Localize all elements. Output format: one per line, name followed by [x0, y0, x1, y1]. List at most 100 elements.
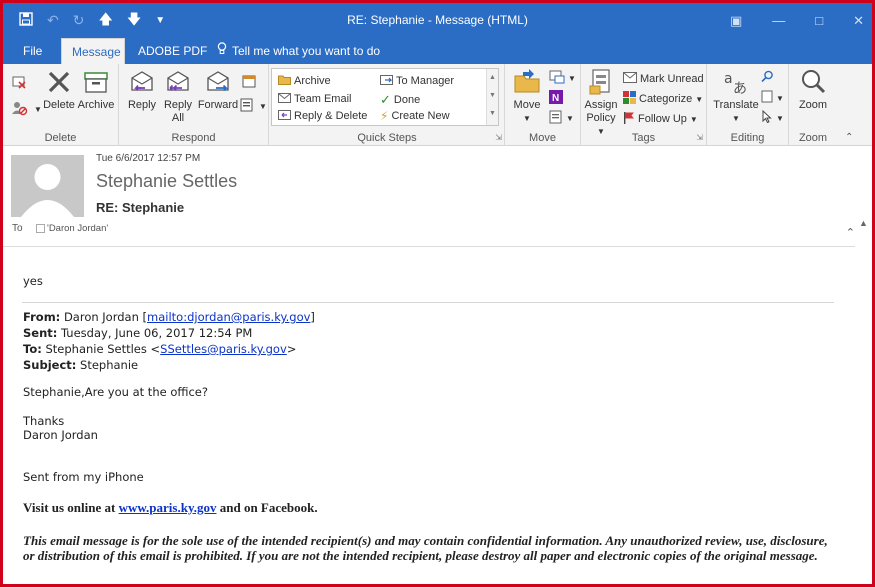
editing-group: aあ Translate ▼ ▼ ▼ Editing	[707, 64, 789, 146]
original-header: From: Daron Jordan [mailto:djordan@paris…	[23, 309, 315, 373]
reply-all-icon	[161, 68, 195, 96]
envelope-icon	[623, 71, 637, 86]
reply-text: yes	[23, 274, 43, 288]
outlook-message-window: ↶ ↻ 🡅 🡇 ▼ RE: Stephanie - Message (HTML)…	[0, 0, 875, 587]
mark-unread-button[interactable]: Mark Unread	[623, 71, 704, 86]
message-date: Tue 6/6/2017 12:57 PM	[96, 153, 201, 164]
tags-group: Assign Policy ▼ Mark Unread Categorize ▼…	[581, 64, 707, 146]
group-label-zoom: Zoom	[798, 132, 828, 144]
ignore-button[interactable]	[11, 74, 27, 93]
to-email-link[interactable]: SSettles@paris.ky.gov	[160, 342, 287, 356]
tab-adobe-pdf[interactable]: ADOBE PDF	[128, 38, 217, 64]
reply-button[interactable]: Reply	[125, 68, 159, 112]
archive-button[interactable]: Archive	[76, 68, 116, 112]
vertical-scrollbar[interactable]: ▲	[855, 146, 872, 584]
find-button[interactable]	[761, 70, 774, 86]
more-respond-button[interactable]: ▼	[240, 98, 267, 115]
junk-icon	[11, 100, 31, 119]
from-line: From: Daron Jordan [mailto:djordan@paris…	[23, 310, 315, 324]
follow-up-button[interactable]: Follow Up ▼	[623, 111, 698, 127]
move-folder-icon	[509, 68, 545, 96]
to-recipient[interactable]: 'Daron Jordan'	[36, 223, 108, 234]
respond-group: Reply Reply All Forward ▼ Respond	[119, 64, 269, 146]
onenote-button[interactable]: N	[549, 90, 563, 107]
related-button[interactable]: ▼	[761, 90, 784, 106]
minimize-icon[interactable]: —	[772, 13, 785, 28]
collapse-header-icon[interactable]: ⌃	[846, 226, 855, 239]
group-label-editing: Editing	[730, 132, 765, 144]
contact-checkbox-icon	[36, 224, 45, 233]
tell-me-search[interactable]: Tell me what you want to do	[207, 38, 390, 64]
ribbon-display-icon[interactable]: ▣	[730, 13, 742, 29]
translate-button[interactable]: aあ Translate ▼	[711, 68, 761, 125]
sender-name[interactable]: Stephanie Settles	[96, 171, 237, 192]
disclaimer-text: This email message is for the sole use o…	[23, 533, 828, 563]
more-respond-icon	[240, 98, 256, 115]
rules-icon	[549, 70, 565, 87]
dialog-launcher-icon[interactable]: ⇲	[495, 133, 502, 142]
lightbulb-icon	[217, 38, 227, 64]
ribbon-tabs: File Message ADOBE PDF Tell me what you …	[3, 38, 872, 64]
scroll-up-icon[interactable]: ▲	[859, 218, 868, 228]
reply-icon	[125, 68, 159, 96]
reply-all-button[interactable]: Reply All	[161, 68, 195, 125]
message-subject: RE: Stephanie	[96, 200, 185, 215]
zoom-group: Zoom Zoom	[789, 64, 837, 146]
signoff: Thanks Daron Jordan	[23, 414, 98, 442]
group-label-delete: Delete	[44, 132, 77, 144]
svg-text:a: a	[724, 71, 733, 87]
group-label-quick-steps: Quick Steps	[357, 132, 417, 144]
move-group: Move ▼ ▼ N ▼ Move	[505, 64, 581, 146]
sent-from-text: Sent from my iPhone	[23, 470, 144, 484]
archive-icon	[76, 68, 116, 96]
message-body: yes From: Daron Jordan [mailto:djordan@p…	[3, 247, 855, 584]
to-line: To: Stephanie Settles <SSettles@paris.ky…	[23, 342, 297, 356]
tab-file[interactable]: File	[13, 38, 52, 64]
from-email-link[interactable]: mailto:djordan@paris.ky.gov	[147, 310, 310, 324]
assign-policy-button[interactable]: Assign Policy ▼	[583, 68, 619, 138]
categorize-icon	[623, 91, 636, 107]
to-label: To	[12, 223, 23, 234]
ignore-icon	[11, 74, 27, 93]
quick-steps-label-wrap: Quick Steps ⇲	[269, 64, 505, 146]
related-icon	[761, 90, 773, 106]
junk-button[interactable]: ▼	[11, 100, 42, 119]
actions-button[interactable]: ▼	[549, 110, 574, 127]
website-link[interactable]: www.paris.ky.gov	[119, 500, 217, 515]
maximize-icon[interactable]: □	[815, 13, 823, 28]
delete-group: ▼ Delete Archive Delete	[3, 64, 119, 146]
sent-line: Sent: Tuesday, June 06, 2017 12:54 PM	[23, 326, 253, 340]
tab-message[interactable]: Message	[61, 38, 125, 64]
move-button[interactable]: Move ▼	[509, 68, 545, 125]
meeting-reply-button[interactable]	[242, 74, 256, 91]
flag-icon	[623, 111, 635, 127]
greeting-text: Stephanie,Are you at the office?	[23, 385, 208, 399]
magnifier-icon	[793, 68, 833, 96]
actions-icon	[549, 110, 563, 127]
cursor-icon	[761, 109, 773, 126]
svg-text:N: N	[552, 93, 559, 104]
close-icon[interactable]: ✕	[853, 13, 864, 29]
window-controls: ▣ — □ ✕	[730, 3, 864, 38]
visit-line: Visit us online at www.paris.ky.gov and …	[23, 500, 318, 515]
meeting-icon	[242, 74, 256, 91]
tell-me-text: Tell me what you want to do	[232, 44, 381, 58]
tags-launcher-icon[interactable]: ⇲	[696, 133, 703, 142]
message-header: Tue 6/6/2017 12:57 PM Stephanie Settles …	[3, 146, 872, 247]
select-button[interactable]: ▼	[761, 109, 784, 126]
ribbon: ▼ Delete Archive Delete Reply Reply All	[3, 64, 872, 146]
forward-button[interactable]: Forward	[197, 68, 239, 112]
delete-button[interactable]: Delete	[41, 68, 77, 112]
group-label-respond: Respond	[171, 132, 216, 144]
group-label-move: Move	[529, 132, 556, 144]
sender-avatar	[11, 155, 84, 217]
group-label-tags: Tags	[631, 132, 656, 144]
rules-button[interactable]: ▼	[549, 70, 576, 87]
forward-icon	[197, 68, 239, 96]
categorize-button[interactable]: Categorize ▼	[623, 91, 703, 107]
onenote-icon: N	[549, 90, 563, 107]
collapse-ribbon-icon[interactable]: ⌃	[845, 132, 853, 143]
subject-line: Subject: Stephanie	[23, 358, 139, 372]
translate-icon: aあ	[711, 68, 761, 97]
zoom-button[interactable]: Zoom	[793, 68, 833, 112]
